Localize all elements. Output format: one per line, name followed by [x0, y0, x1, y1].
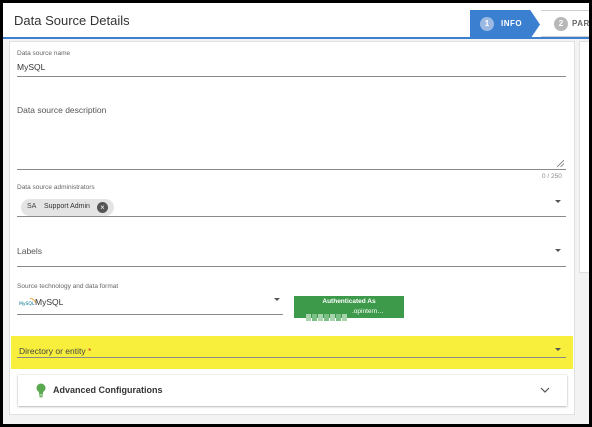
directory-label: Directory or entity [19, 346, 86, 356]
caret-down-icon[interactable] [555, 249, 561, 252]
authenticated-as-button[interactable]: Authenticated As .opintern… [294, 296, 404, 321]
page-title: Data Source Details [14, 13, 130, 28]
required-marker: * [87, 346, 92, 356]
chevron-down-icon[interactable] [540, 385, 550, 395]
directory-highlight [11, 336, 573, 369]
close-icon[interactable]: × [97, 202, 108, 213]
step-number: 2 [554, 17, 568, 31]
step-label: INFO [501, 19, 523, 28]
auth-title: Authenticated As [322, 298, 376, 305]
caret-down-icon[interactable] [555, 200, 561, 203]
directory-field[interactable]: Directory or entity * [19, 346, 91, 356]
avatar: SA [27, 203, 37, 210]
redacted-username [306, 308, 352, 321]
resize-grip-icon[interactable] [557, 160, 564, 167]
admin-chip: SA Support Admin × [21, 199, 114, 216]
technology-field-value[interactable]: MySQL [35, 297, 63, 307]
svg-text:MySQL: MySQL [19, 301, 35, 307]
advanced-configurations-label: Advanced Configurations [53, 385, 163, 395]
name-field-label: Data source name [17, 50, 71, 57]
description-field-underline [17, 169, 566, 170]
description-counter: 0 / 250 [542, 173, 562, 180]
technology-field-underline [17, 314, 283, 315]
advanced-configurations-panel[interactable]: Advanced Configurations [18, 375, 567, 406]
chip-label: Support Admin [44, 203, 90, 210]
side-panel [579, 41, 589, 273]
caret-down-icon[interactable] [555, 348, 561, 351]
labels-field-underline [17, 266, 566, 267]
technology-field-label: Source technology and data format [17, 283, 119, 290]
administrators-field-underline [17, 216, 566, 217]
app-frame: Data Source Details 1 INFO 2 PARS Data s… [3, 3, 589, 424]
step-label: PARS [572, 19, 589, 28]
directory-field-underline [17, 357, 566, 358]
description-field[interactable]: Data source description [17, 105, 106, 115]
name-field-value[interactable]: MySQL [17, 62, 45, 72]
administrators-field-label: Data source administrators [17, 184, 95, 191]
labels-field[interactable]: Labels [17, 246, 42, 256]
lightbulb-icon [36, 383, 46, 398]
step-number: 1 [480, 17, 494, 31]
auth-user-suffix: .opintern… [352, 308, 384, 315]
step-info[interactable]: 1 INFO [470, 10, 540, 39]
caret-down-icon[interactable] [274, 298, 280, 301]
name-field-underline [17, 76, 566, 77]
